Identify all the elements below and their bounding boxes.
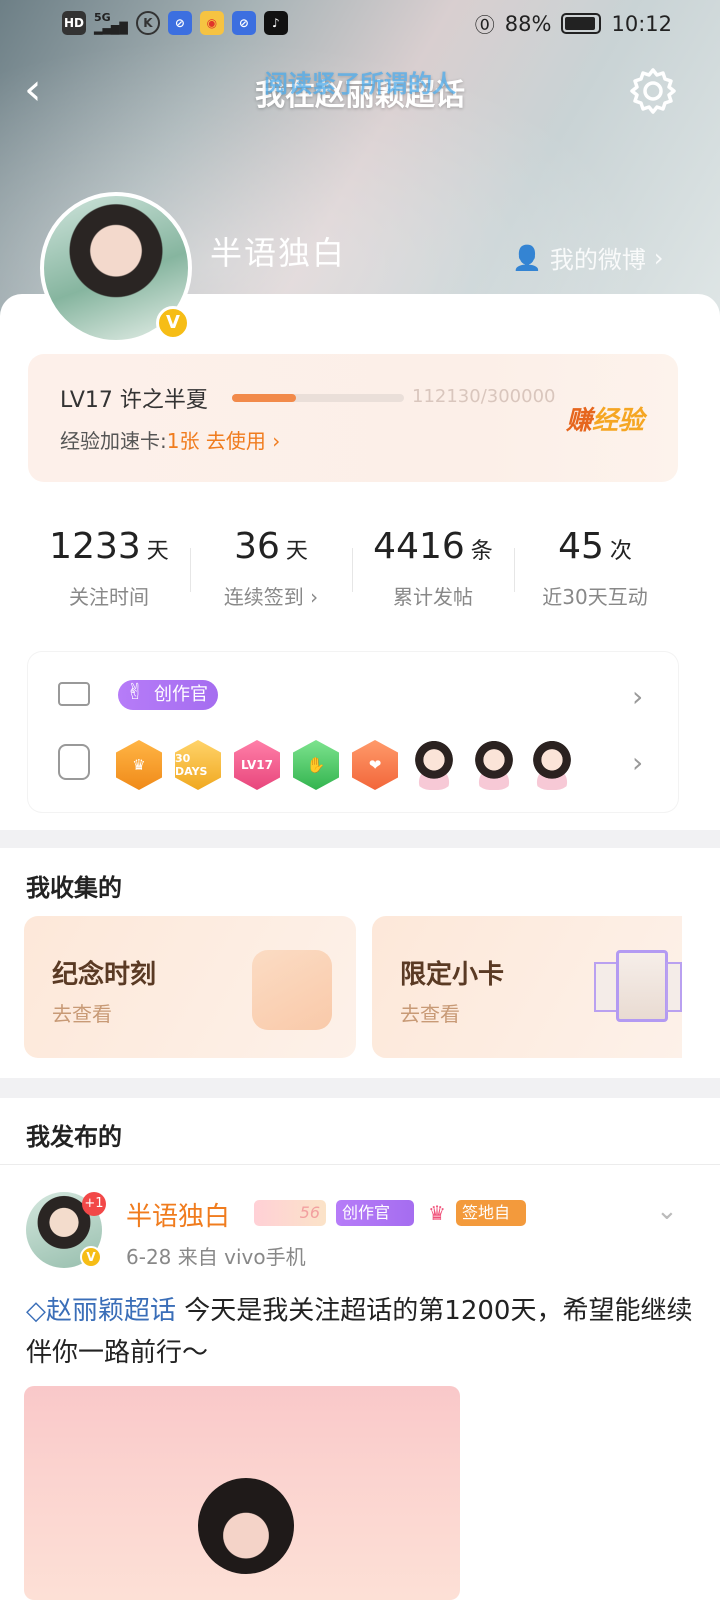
- divider: [0, 1164, 720, 1165]
- hd-icon: HD: [62, 11, 86, 35]
- person-icon: 👤: [512, 243, 542, 272]
- stat-unit: 次: [609, 539, 632, 564]
- chevron-right-icon[interactable]: ›: [632, 746, 643, 779]
- earn-exp-label-b: 经验: [592, 406, 645, 436]
- moments-card[interactable]: 纪念时刻 去查看: [24, 916, 356, 1058]
- stat-number: 4416: [373, 526, 465, 567]
- post-text: ◇赵丽颖超话 今天是我关注超话的第1200天，希望能继续伴你一路前行～: [26, 1290, 696, 1374]
- chibi-sticker-1[interactable]: [412, 738, 456, 790]
- stat-number: 45: [558, 526, 604, 567]
- earn-exp-button[interactable]: 赚经验: [566, 400, 644, 437]
- photo-card-image: [616, 950, 668, 1022]
- k-app-icon: K: [135, 11, 160, 35]
- level-progress-bar: [232, 394, 404, 402]
- badge-card: [28, 652, 678, 812]
- plus-one-badge: +1: [82, 1192, 106, 1216]
- username: 半语独白: [210, 234, 347, 272]
- page-title: 阅读紧了所谓的人 我在赵丽颖超话: [160, 70, 560, 114]
- post-meta: 6-28 来自 vivo手机: [126, 1245, 306, 1269]
- weibo-icon: ◉: [199, 11, 224, 35]
- stat-number: 1233: [49, 526, 141, 567]
- stat-interactions: 45 次 近30天互动: [514, 526, 676, 610]
- stat-label: 近30天互动: [542, 585, 648, 609]
- creator-tag: 创作官: [336, 1200, 414, 1226]
- settings-gear-icon[interactable]: [628, 66, 678, 116]
- back-icon[interactable]: ‹: [24, 68, 64, 112]
- post-image[interactable]: [24, 1386, 460, 1600]
- speed-card-label: 经验加速卡:: [60, 429, 167, 453]
- speed-card-value: 1张 去使用: [166, 429, 266, 453]
- marquee-ghost-text: 阅读紧了所谓的人: [264, 70, 456, 98]
- moments-card-title: 纪念时刻: [52, 960, 157, 990]
- topic-link[interactable]: 赵丽颖超话: [46, 1296, 176, 1326]
- diamond-icon: ◇: [26, 1296, 46, 1326]
- 5g-signal-icon: 5G ▂▄▆█: [94, 11, 128, 35]
- post-author-name[interactable]: 半语独白: [126, 1196, 230, 1233]
- chevron-down-icon[interactable]: ⌄: [656, 1196, 678, 1226]
- earn-exp-label-a: 赚: [566, 406, 593, 436]
- medal-icon: [58, 744, 90, 780]
- level-label: LV17 许之半夏: [60, 388, 208, 413]
- status-bar: HD 5G ▂▄▆█ K ⊘ ◉ ⊘ ♪ ⓪ 88% 10:12: [0, 0, 720, 48]
- limited-cards-title: 限定小卡: [400, 960, 505, 990]
- my-weibo-link[interactable]: 👤 我的微博 ›: [512, 240, 664, 275]
- posts-title: 我发布的: [26, 1123, 122, 1151]
- stat-follow-days: 1233 天 关注时间: [28, 526, 190, 610]
- chevron-right-icon: ›: [653, 243, 664, 272]
- level-tag: 56: [254, 1200, 326, 1226]
- level-numbers: 112130/300000: [412, 386, 556, 407]
- checkin-tag: 签地自萌: [456, 1200, 526, 1248]
- moments-card-sub: 去查看: [52, 1002, 112, 1026]
- stat-number: 36: [234, 526, 280, 567]
- status-left-icons: HD 5G ▂▄▆█ K ⊘ ◉ ⊘ ♪: [62, 11, 288, 35]
- stat-checkin-days[interactable]: 36 天 连续签到 ›: [190, 526, 352, 610]
- stat-label: 关注时间: [69, 585, 149, 609]
- stat-posts: 4416 条 累计发帖: [352, 526, 514, 610]
- stat-unit: 天: [146, 539, 169, 564]
- calendar-icon: [252, 950, 332, 1030]
- limited-cards-card[interactable]: 限定小卡 去查看: [372, 916, 682, 1058]
- verified-badge-icon: V: [80, 1246, 102, 1268]
- my-weibo-label: 我的微博: [549, 246, 646, 274]
- browser-icon: ⊘: [231, 11, 256, 35]
- chibi-sticker-3[interactable]: [530, 738, 574, 790]
- data-saver-icon: ⓪: [474, 13, 495, 37]
- tiktok-icon: ♪: [263, 11, 288, 35]
- id-card-icon: [58, 682, 90, 706]
- stat-unit: 条: [470, 539, 493, 564]
- speed-card-row[interactable]: 经验加速卡:1张 去使用 ›: [60, 425, 280, 454]
- chevron-right-icon: ›: [303, 585, 319, 609]
- chibi-sticker-2[interactable]: [472, 738, 516, 790]
- limited-cards-sub: 去查看: [400, 1002, 460, 1026]
- stat-label: 累计发帖: [393, 585, 473, 609]
- gem-icon: ♛: [428, 1201, 446, 1225]
- chevron-right-icon: ›: [265, 429, 281, 453]
- clock: 10:12: [611, 11, 672, 36]
- stat-unit: 天: [285, 539, 308, 564]
- collected-title: 我收集的: [26, 874, 122, 902]
- browser-icon: ⊘: [167, 11, 192, 35]
- battery-icon: [561, 13, 602, 34]
- chevron-right-icon[interactable]: ›: [632, 680, 643, 713]
- post-image-face: [198, 1478, 294, 1574]
- battery-percent: 88%: [504, 11, 552, 36]
- verified-badge-icon: V: [156, 306, 190, 340]
- stat-label: 连续签到: [223, 585, 304, 609]
- app-screen: HD 5G ▂▄▆█ K ⊘ ◉ ⊘ ♪ ⓪ 88% 10:12 ‹ 阅读紧了所谓…: [0, 0, 720, 1600]
- photo-card-image: [666, 962, 682, 1012]
- creator-badge[interactable]: 创作官: [118, 678, 218, 710]
- status-right: ⓪ 88% 10:12: [475, 9, 672, 38]
- level-progress-fill: [232, 394, 297, 402]
